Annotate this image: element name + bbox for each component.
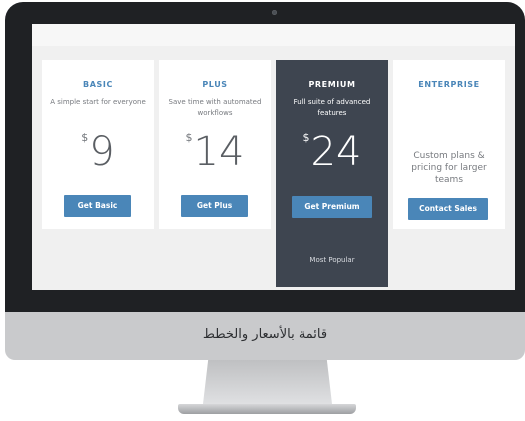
currency-symbol: $ (302, 131, 310, 144)
camera-icon (272, 10, 277, 15)
plan-card-premium: PREMIUM Full suite of advanced features … (276, 60, 388, 287)
device-mockup: BASIC A simple start for everyone $9 Get… (0, 0, 525, 421)
plan-price: $9 (42, 128, 154, 178)
get-basic-button[interactable]: Get Basic (64, 195, 131, 217)
get-plus-button[interactable]: Get Plus (181, 195, 248, 217)
currency-symbol: $ (185, 131, 193, 144)
plan-price: $24 (276, 128, 388, 178)
get-premium-button[interactable]: Get Premium (292, 196, 372, 218)
plan-description: Custom plans & pricing for larger teams (411, 151, 487, 185)
most-popular-label: Most Popular (309, 256, 355, 264)
monitor-stand (203, 360, 332, 404)
plan-title: BASIC (83, 80, 113, 89)
price-amount: 24 (310, 129, 362, 175)
screen-header-bar (32, 24, 515, 46)
plan-card-basic: BASIC A simple start for everyone $9 Get… (42, 60, 154, 229)
plan-card-plus: PLUS Save time with automated workflows … (159, 60, 271, 229)
monitor-base (178, 404, 356, 414)
plan-title: PLUS (202, 80, 228, 89)
monitor-chin: قائمة بالأسعار والخطط (5, 312, 525, 360)
plan-description: Full suite of advanced features (293, 98, 371, 117)
plan-card-enterprise: ENTERPRISE Custom plans & pricing for la… (393, 60, 505, 229)
plan-description: A simple start for everyone (50, 98, 146, 106)
plan-description: Save time with automated workflows (168, 98, 262, 117)
plan-title: PREMIUM (308, 80, 356, 89)
monitor-frame: BASIC A simple start for everyone $9 Get… (5, 2, 525, 312)
monitor-caption: قائمة بالأسعار والخطط (202, 327, 328, 342)
currency-symbol: $ (81, 131, 89, 144)
pricing-screen: BASIC A simple start for everyone $9 Get… (32, 24, 515, 290)
plan-price: $14 (159, 128, 271, 178)
price-amount: 9 (89, 129, 115, 175)
price-amount: 14 (193, 129, 245, 175)
contact-sales-button[interactable]: Contact Sales (408, 198, 488, 220)
plan-title: ENTERPRISE (418, 80, 480, 89)
